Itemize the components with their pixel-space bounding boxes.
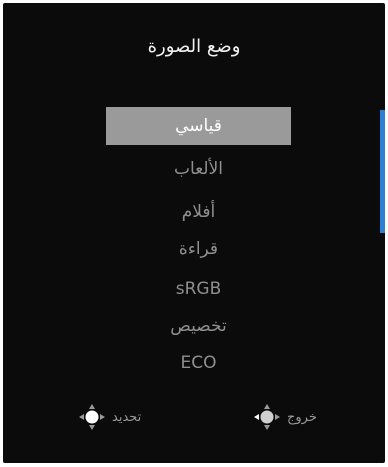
menu-item-standard[interactable]: قياسي <box>106 107 291 145</box>
menu-item-custom[interactable]: تخصيص <box>106 307 291 345</box>
menu-item-srgb[interactable]: sRGB <box>106 270 291 308</box>
scrollbar[interactable] <box>380 110 385 233</box>
menu-item-games[interactable]: الألعاب <box>106 150 291 188</box>
menu-item-movies[interactable]: أفلام <box>106 193 291 231</box>
footer-exit-hint: خروج <box>253 403 317 431</box>
osd-menu-panel: وضع الصورة قياسي الألعاب أفلام قراءة sRG… <box>3 3 385 463</box>
footer-select-hint: تحديد <box>78 403 141 431</box>
joystick-left-icon <box>254 404 280 430</box>
menu-item-reading[interactable]: قراءة <box>106 230 291 268</box>
joystick-press-icon <box>79 404 105 430</box>
menu-title: وضع الصورة <box>147 36 241 57</box>
select-label: تحديد <box>112 409 142 425</box>
menu-item-eco[interactable]: ECO <box>106 344 291 382</box>
exit-label: خروج <box>287 409 317 425</box>
